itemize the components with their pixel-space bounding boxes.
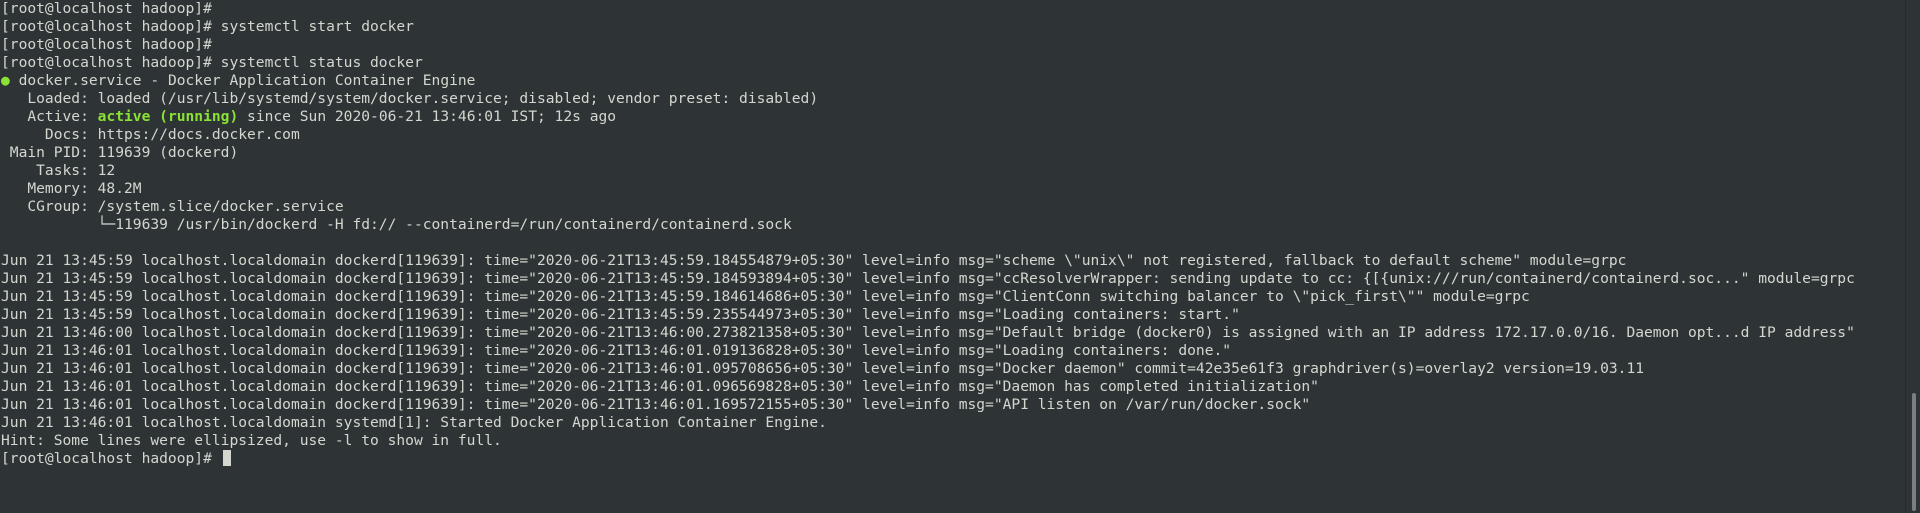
- memory-line: Memory: 48.2M: [1, 180, 142, 197]
- command-line: [root@localhost hadoop]# systemctl start…: [1, 18, 414, 35]
- log-line: Jun 21 13:46:01 localhost.localdomain do…: [1, 360, 1645, 377]
- active-since: since Sun 2020-06-21 13:46:01 IST; 12s a…: [238, 108, 617, 125]
- active-state: active (running): [97, 108, 239, 125]
- text-cursor: [222, 450, 231, 466]
- log-line: Jun 21 13:46:01 localhost.localdomain sy…: [1, 414, 827, 431]
- service-title: docker.service - Docker Application Cont…: [9, 72, 476, 89]
- log-line: Jun 21 13:46:01 localhost.localdomain do…: [1, 378, 1319, 395]
- active-label: Active:: [1, 108, 98, 125]
- log-line: Jun 21 13:46:01 localhost.localdomain do…: [1, 342, 1232, 359]
- log-line: Jun 21 13:45:59 localhost.localdomain do…: [1, 252, 1627, 269]
- vertical-scrollbar[interactable]: [1905, 0, 1920, 513]
- tasks-line: Tasks: 12: [1, 162, 116, 179]
- docs-line: Docs: https://docs.docker.com: [1, 126, 300, 143]
- main-pid-line: Main PID: 119639 (dockerd): [1, 144, 239, 161]
- loaded-line: Loaded: loaded (/usr/lib/systemd/system/…: [1, 90, 819, 107]
- service-title-line: ● docker.service - Docker Application Co…: [1, 72, 1901, 90]
- prompt-line: [root@localhost hadoop]#: [1, 36, 212, 53]
- log-line: Jun 21 13:45:59 localhost.localdomain do…: [1, 288, 1530, 305]
- cgroup-process-line: └─119639 /usr/bin/dockerd -H fd:// --con…: [1, 216, 792, 233]
- log-line: Jun 21 13:45:59 localhost.localdomain do…: [1, 270, 1855, 287]
- terminal-window[interactable]: [root@localhost hadoop]# [root@localhost…: [0, 0, 1920, 513]
- scrollbar-thumb[interactable]: [1912, 393, 1916, 511]
- active-line: Active: active (running) since Sun 2020-…: [1, 108, 1901, 126]
- log-line: Jun 21 13:45:59 localhost.localdomain do…: [1, 306, 1240, 323]
- command-line: [root@localhost hadoop]# systemctl statu…: [1, 54, 423, 71]
- prompt-line: [root@localhost hadoop]#: [1, 0, 212, 17]
- terminal-screen[interactable]: [root@localhost hadoop]# [root@localhost…: [1, 0, 1901, 513]
- status-dot-icon: ●: [1, 72, 10, 89]
- log-line: Jun 21 13:46:01 localhost.localdomain do…: [1, 396, 1311, 413]
- current-prompt: [root@localhost hadoop]#: [1, 450, 221, 467]
- hint-line: Hint: Some lines were ellipsized, use -l…: [1, 432, 502, 449]
- current-prompt-line[interactable]: [root@localhost hadoop]#: [1, 450, 1901, 468]
- log-line: Jun 21 13:46:00 localhost.localdomain do…: [1, 324, 1855, 341]
- cgroup-line: CGroup: /system.slice/docker.service: [1, 198, 344, 215]
